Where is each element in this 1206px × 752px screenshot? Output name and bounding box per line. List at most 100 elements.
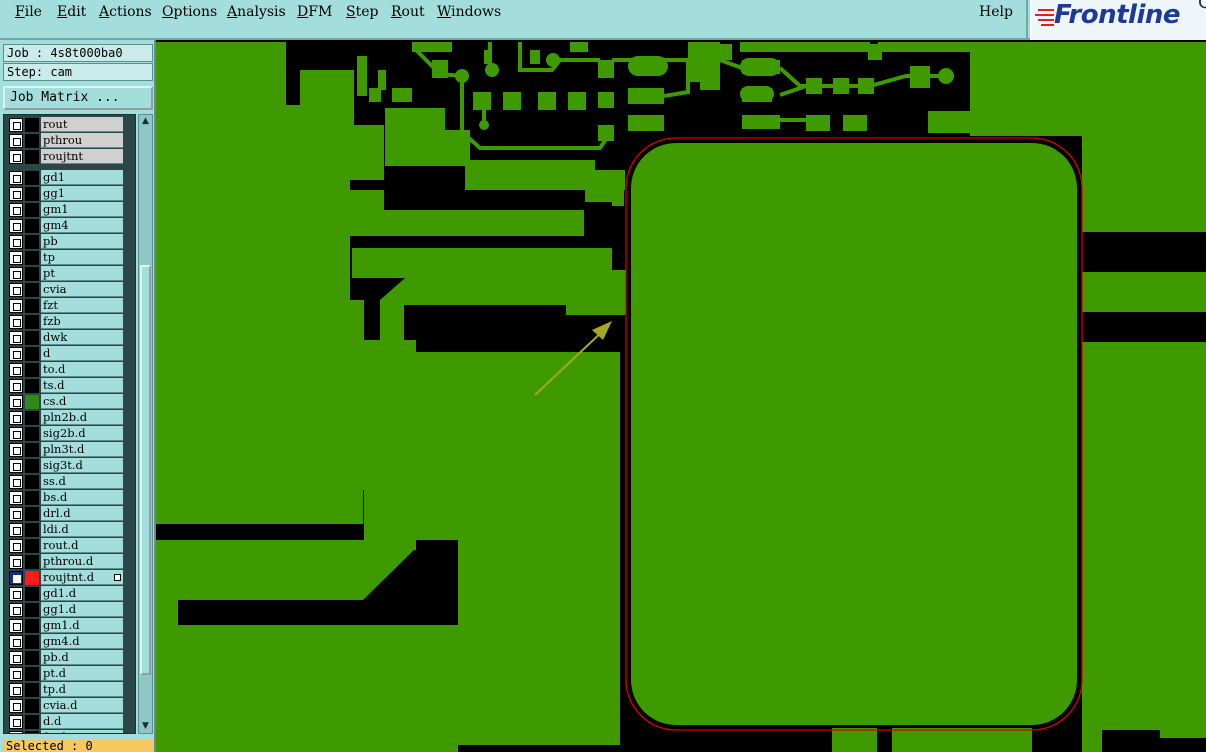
layer-color-swatch[interactable] xyxy=(25,395,39,409)
checkbox-icon[interactable] xyxy=(9,395,23,409)
layer-row[interactable]: rout xyxy=(4,117,135,133)
layer-name[interactable]: roujtnt xyxy=(41,149,123,164)
layer-name[interactable]: rout.d xyxy=(41,538,123,553)
checkbox-icon[interactable] xyxy=(9,379,23,393)
layer-color-swatch[interactable] xyxy=(25,411,39,425)
layer-row[interactable]: ss.d xyxy=(4,474,135,490)
checkbox-icon[interactable] xyxy=(9,347,23,361)
layer-name[interactable]: tp xyxy=(41,250,123,265)
layer-color-swatch[interactable] xyxy=(25,507,39,521)
layer-color-swatch[interactable] xyxy=(25,187,39,201)
layer-name[interactable]: drl.d xyxy=(41,506,123,521)
layer-name[interactable]: cs.d xyxy=(41,394,123,409)
menu-rout[interactable]: Rout xyxy=(391,4,425,20)
layer-row[interactable]: pt xyxy=(4,266,135,282)
scroll-thumb[interactable] xyxy=(140,265,151,675)
menu-help[interactable]: Help xyxy=(979,4,1013,20)
graphics-canvas[interactable] xyxy=(156,42,1206,752)
job-matrix-button[interactable]: Job Matrix ... xyxy=(3,86,153,110)
layer-name[interactable]: gm4 xyxy=(41,218,123,233)
layer-name[interactable]: pln3t.d xyxy=(41,442,123,457)
layer-color-swatch[interactable] xyxy=(25,134,39,148)
checkbox-icon[interactable] xyxy=(9,283,23,297)
layer-color-swatch[interactable] xyxy=(25,283,39,297)
layer-row[interactable]: to.d xyxy=(4,362,135,378)
layer-color-swatch[interactable] xyxy=(25,427,39,441)
checkbox-icon[interactable] xyxy=(9,587,23,601)
layer-color-swatch[interactable] xyxy=(25,523,39,537)
layer-name[interactable]: d xyxy=(41,346,123,361)
layer-row[interactable]: roujtnt xyxy=(4,149,135,165)
layer-row[interactable]: pln3t.d xyxy=(4,442,135,458)
checkbox-icon[interactable] xyxy=(9,427,23,441)
checkbox-icon[interactable] xyxy=(9,203,23,217)
checkbox-icon[interactable] xyxy=(9,363,23,377)
layer-row[interactable]: ts.d xyxy=(4,378,135,394)
checkbox-icon[interactable] xyxy=(9,443,23,457)
layer-color-swatch[interactable] xyxy=(25,715,39,729)
layer-name[interactable]: to.d xyxy=(41,362,123,377)
layer-name[interactable]: cvia xyxy=(41,282,123,297)
layer-row[interactable]: pthrou.d xyxy=(4,554,135,570)
layer-row[interactable]: pln2b.d xyxy=(4,410,135,426)
layer-name[interactable]: roujtnt.d xyxy=(41,570,123,585)
layer-name[interactable]: sig3t.d xyxy=(41,458,123,473)
checkbox-icon[interactable] xyxy=(9,651,23,665)
layer-name[interactable]: dwk xyxy=(41,330,123,345)
layer-name[interactable]: d.d xyxy=(41,714,123,729)
layer-row[interactable]: gg1.d xyxy=(4,602,135,618)
menu-dfm[interactable]: DFM xyxy=(297,4,332,20)
menu-step[interactable]: Step xyxy=(346,4,378,20)
layer-name[interactable]: gd1.d xyxy=(41,586,123,601)
layer-name[interactable]: fzb xyxy=(41,314,123,329)
checkbox-icon[interactable] xyxy=(9,555,23,569)
layer-color-swatch[interactable] xyxy=(25,251,39,265)
checkbox-icon[interactable] xyxy=(9,507,23,521)
menu-edit[interactable]: Edit xyxy=(57,4,86,20)
layer-color-swatch[interactable] xyxy=(25,683,39,697)
layer-row[interactable]: gd1.d xyxy=(4,586,135,602)
layer-row[interactable]: d.d xyxy=(4,714,135,730)
checkbox-icon[interactable] xyxy=(9,523,23,537)
layer-color-swatch[interactable] xyxy=(25,363,39,377)
layer-list-scrollbar[interactable]: ▲ ▼ xyxy=(138,114,153,734)
checkbox-icon[interactable] xyxy=(9,603,23,617)
layer-name[interactable]: cvia.d xyxy=(41,698,123,713)
layer-name[interactable]: fzt xyxy=(41,298,123,313)
layer-row[interactable]: pt.d xyxy=(4,666,135,682)
layer-row[interactable]: pb.d xyxy=(4,650,135,666)
layer-color-swatch[interactable] xyxy=(25,635,39,649)
layer-name[interactable]: pb xyxy=(41,234,123,249)
checkbox-icon[interactable] xyxy=(9,150,23,164)
checkbox-icon[interactable] xyxy=(9,683,23,697)
checkbox-icon[interactable] xyxy=(9,715,23,729)
layer-name[interactable]: sig2b.d xyxy=(41,426,123,441)
layer-row[interactable]: tp xyxy=(4,250,135,266)
layer-color-swatch[interactable] xyxy=(25,459,39,473)
layer-name[interactable]: pthrou xyxy=(41,133,123,148)
layer-row[interactable]: gg1 xyxy=(4,186,135,202)
layer-row[interactable]: gm1 xyxy=(4,202,135,218)
checkbox-icon[interactable] xyxy=(9,118,23,132)
checkbox-icon[interactable] xyxy=(9,134,23,148)
layer-row[interactable]: rout.d xyxy=(4,538,135,554)
layer-row[interactable]: drl.d xyxy=(4,506,135,522)
layer-row[interactable]: cvia xyxy=(4,282,135,298)
checkbox-icon[interactable] xyxy=(9,619,23,633)
layer-name[interactable]: gg1 xyxy=(41,186,123,201)
checkbox-icon[interactable] xyxy=(9,299,23,313)
layer-name[interactable]: pthrou.d xyxy=(41,554,123,569)
checkbox-icon[interactable] xyxy=(9,187,23,201)
layer-color-swatch[interactable] xyxy=(25,603,39,617)
menu-analysis[interactable]: Analysis xyxy=(227,4,286,20)
layer-row[interactable]: tp.d xyxy=(4,682,135,698)
layer-color-swatch[interactable] xyxy=(25,491,39,505)
layer-name[interactable]: pt xyxy=(41,266,123,281)
checkbox-icon[interactable] xyxy=(9,171,23,185)
checkbox-icon[interactable] xyxy=(9,731,23,733)
layer-row[interactable]: pb xyxy=(4,234,135,250)
layer-row[interactable]: gd1 xyxy=(4,170,135,186)
layer-row[interactable]: sig3t.d xyxy=(4,458,135,474)
layer-color-swatch[interactable] xyxy=(25,539,39,553)
menu-windows[interactable]: Windows xyxy=(437,4,501,20)
